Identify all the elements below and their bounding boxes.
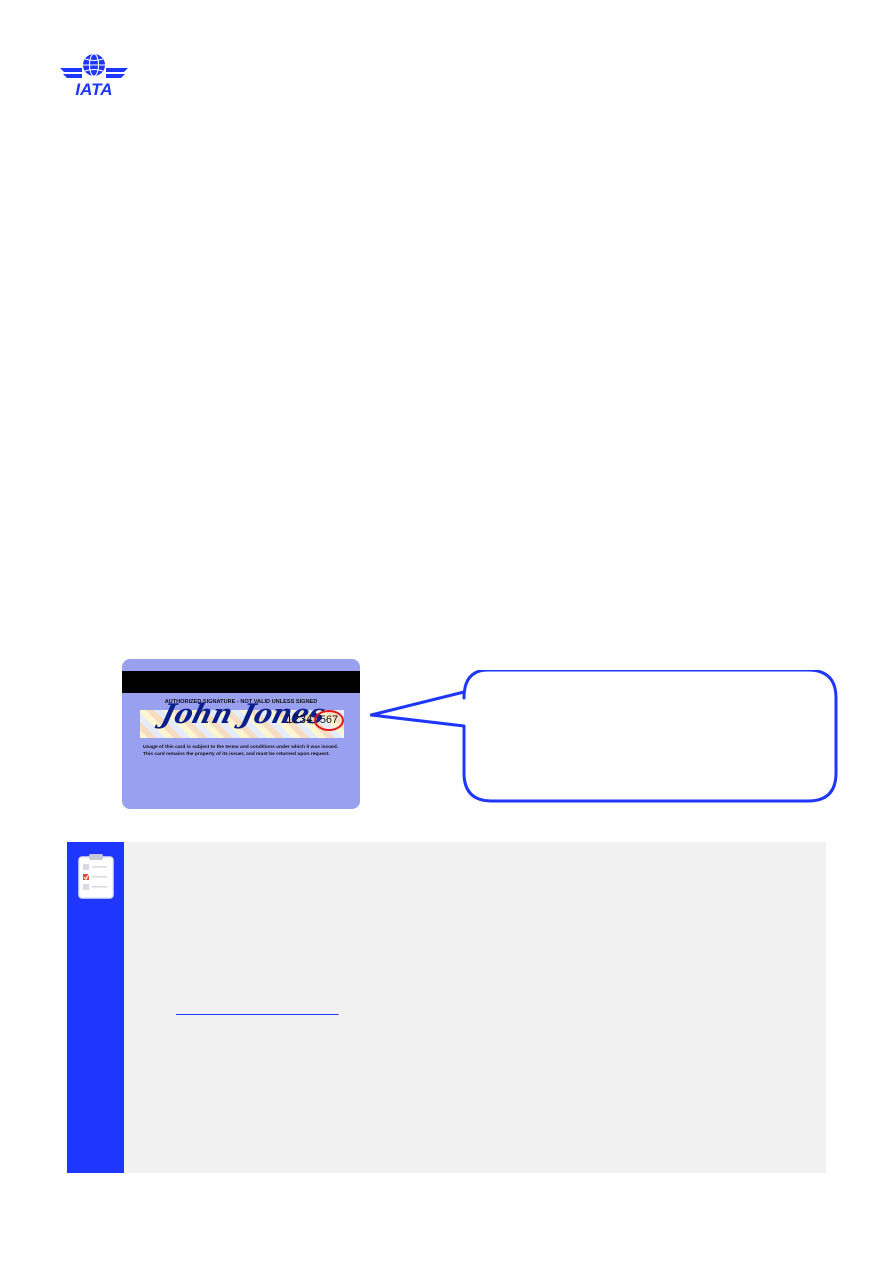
- svg-text:IATA: IATA: [75, 80, 112, 98]
- callout-bubble: [370, 670, 838, 803]
- card-terms-line-2: This card remains the property of its is…: [143, 752, 330, 757]
- card-terms: Usage of this card is subject to the ter…: [143, 744, 353, 758]
- credit-card-back: AUTHORIZED SIGNATURE - NOT VALID UNLESS …: [122, 659, 360, 809]
- note-sidebar: [67, 842, 124, 1173]
- iata-logo: IATA: [60, 53, 128, 98]
- magnetic-stripe: [122, 671, 360, 693]
- note-box: [67, 842, 826, 1173]
- clipboard-icon: [78, 854, 114, 899]
- card-cvv: 567: [314, 710, 344, 731]
- note-link[interactable]: [176, 1001, 339, 1016]
- card-number-fragment: 1234: [286, 712, 313, 726]
- card-terms-line-1: Usage of this card is subject to the ter…: [143, 745, 339, 750]
